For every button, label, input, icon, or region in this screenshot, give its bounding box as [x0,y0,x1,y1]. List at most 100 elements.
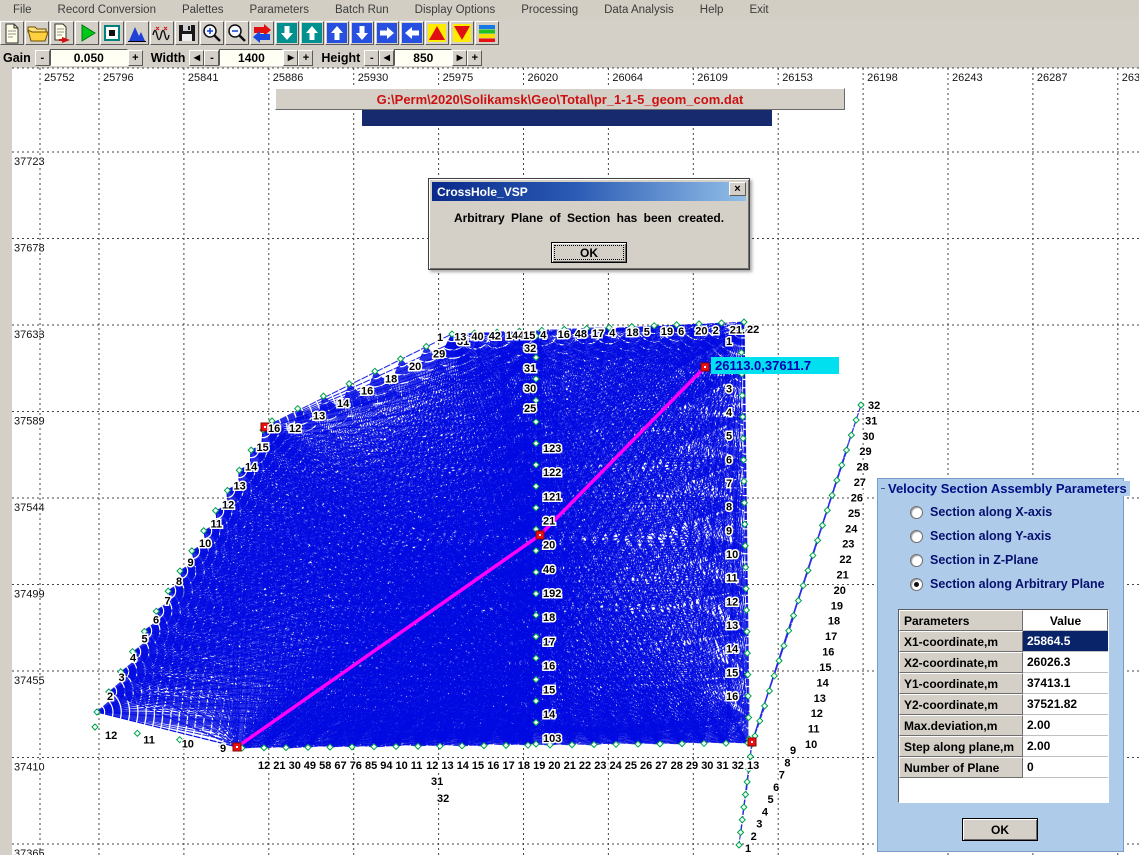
value-cell[interactable]: 37413.1 [1023,673,1108,694]
svg-text:13: 13 [441,760,453,772]
menu-item-record-conversion[interactable]: Record Conversion [45,2,169,18]
dialog-title-bar[interactable]: CrossHole_VSP [432,182,746,201]
palette-button[interactable] [475,21,499,45]
move-down-button[interactable] [350,21,374,45]
svg-text:7: 7 [779,770,785,782]
value-cell[interactable]: 0 [1023,757,1108,778]
trace-wave-button[interactable] [150,21,174,45]
width-input[interactable] [219,49,283,66]
move-left-button[interactable] [400,21,424,45]
svg-text:11: 11 [211,519,223,531]
move-right-button[interactable] [375,21,399,45]
menu-item-palettes[interactable]: Palettes [169,2,237,18]
value-cell[interactable]: 25864.5 [1023,631,1108,652]
shift-down-teal-button[interactable] [275,21,299,45]
svg-text:20: 20 [834,585,846,597]
svg-text:20: 20 [548,760,560,772]
panel-ok-button[interactable]: OK [962,818,1038,841]
radio-section-in-z-plane[interactable]: Section in Z-Plane [910,552,1038,568]
dialog-ok-button[interactable]: OK [551,242,627,263]
radio-section-along-arbitrary-plane[interactable]: Section along Arbitrary Plane [910,576,1105,592]
svg-text:123: 123 [543,443,561,455]
height-step-left-button[interactable]: ◀ [379,50,394,66]
svg-text:20: 20 [695,325,707,337]
svg-text:37723: 37723 [14,156,45,168]
color-stripes-icon [476,22,498,44]
toolbar [0,19,1139,48]
svg-text:26064: 26064 [612,72,643,84]
zoom-in-button[interactable] [200,21,224,45]
radio-label: Section along X-axis [930,505,1052,519]
height-step-right-button[interactable]: ▶ [452,50,467,66]
svg-text:31: 31 [524,363,536,375]
value-cell[interactable]: 26026.3 [1023,652,1108,673]
value-cell[interactable]: 2.00 [1023,715,1108,736]
menu-item-exit[interactable]: Exit [736,2,781,18]
width-decrease-button[interactable]: - [204,50,219,66]
width-label: Width [151,51,186,65]
svg-text:32: 32 [437,793,449,805]
swap-arrows-icon [251,22,273,44]
swap-direction-button[interactable] [250,21,274,45]
svg-text:9: 9 [726,525,732,537]
radio-section-along-y-axis[interactable]: Section along Y-axis [910,528,1051,544]
menu-item-parameters[interactable]: Parameters [237,2,322,18]
gain-input[interactable] [50,49,128,66]
save-convert-button[interactable] [50,21,74,45]
amplitude-down-button[interactable] [450,21,474,45]
svg-text:5: 5 [142,634,148,646]
new-file-button[interactable] [0,21,24,45]
radio-unselected-icon[interactable] [910,506,923,519]
value-cell[interactable]: 37521.82 [1023,694,1108,715]
svg-text:85: 85 [365,760,377,772]
width-step-right-button[interactable]: ▶ [283,50,298,66]
gain-decrease-button[interactable]: - [35,50,50,66]
svg-text:25: 25 [625,760,637,772]
close-icon[interactable]: × [729,182,746,196]
width-step-left-button[interactable]: ◀ [189,50,204,66]
stop-button[interactable] [100,21,124,45]
radio-unselected-icon[interactable] [910,530,923,543]
run-button[interactable] [75,21,99,45]
width-increase-button[interactable]: + [298,50,313,66]
radio-section-along-x-axis[interactable]: Section along X-axis [910,504,1052,520]
dialog-title: CrossHole_VSP [432,185,528,199]
svg-text:3: 3 [756,819,762,831]
svg-text:5: 5 [644,327,650,339]
svg-text:37544: 37544 [14,502,45,514]
zoom-out-button[interactable] [225,21,249,45]
radio-unselected-icon[interactable] [910,554,923,567]
svg-text:17: 17 [825,631,837,643]
radio-selected-icon[interactable] [910,578,923,591]
shift-up-teal-button[interactable] [300,21,324,45]
value-cell[interactable]: 2.00 [1023,736,1108,757]
svg-text:29: 29 [859,446,871,458]
histogram-button[interactable] [125,21,149,45]
menu-item-processing[interactable]: Processing [508,2,591,18]
svg-text:22: 22 [747,324,759,336]
menu-item-file[interactable]: File [0,2,45,18]
open-file-button[interactable] [25,21,49,45]
save-button[interactable] [175,21,199,45]
svg-text:2: 2 [713,325,719,337]
svg-text:15: 15 [257,442,269,454]
menu-item-data-analysis[interactable]: Data Analysis [591,2,687,18]
svg-text:40: 40 [471,331,483,343]
amplitude-up-button[interactable] [425,21,449,45]
svg-text:1: 1 [437,332,443,344]
velocity-panel-title: Velocity Section Assembly Parameters [885,481,1130,496]
height-increase-button[interactable]: + [467,50,482,66]
height-label: Height [321,51,360,65]
height-decrease-button[interactable]: - [364,50,379,66]
svg-text:94: 94 [380,760,393,772]
svg-text:6: 6 [153,614,159,626]
height-input[interactable] [394,49,452,66]
svg-text:14: 14 [245,461,258,473]
menu-item-batch-run[interactable]: Batch Run [322,2,402,18]
gain-increase-button[interactable]: + [128,50,143,66]
move-up-button[interactable] [325,21,349,45]
menu-item-display-options[interactable]: Display Options [402,2,509,18]
svg-text:29: 29 [686,760,698,772]
menu-item-help[interactable]: Help [687,2,737,18]
svg-text:30: 30 [701,760,713,772]
